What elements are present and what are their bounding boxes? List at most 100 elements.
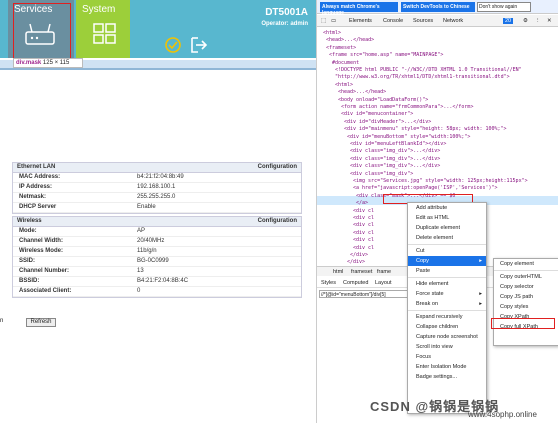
code-line[interactable]: <div id="divHeader">...</div>	[344, 119, 431, 125]
watermark-site: www.4sophp.online	[468, 410, 537, 419]
code-line[interactable]: </div>	[350, 252, 368, 258]
code-line[interactable]: <html>	[323, 30, 341, 36]
menu-item[interactable]: Scroll into view	[408, 342, 486, 352]
code-line[interactable]: <a href="javascript:openPage('ISP','Serv…	[353, 185, 498, 191]
menu-item[interactable]: Badge settings...	[408, 372, 486, 382]
ethernet-section: Ethernet LAN Configuration MAC Address: b…	[12, 162, 302, 214]
close-icon[interactable]: ✕	[547, 18, 552, 24]
more-icon[interactable]: ⋮	[535, 18, 541, 24]
code-line[interactable]: <div cl	[353, 215, 374, 221]
menu-item[interactable]: Enter Isolation Mode	[408, 362, 486, 372]
code-line[interactable]: <div class="img_div">	[350, 171, 413, 177]
xpath-field[interactable]: //*[@id="menuBottom"]/div[5]	[319, 290, 409, 298]
submenu-item[interactable]: Copy outerHTML	[494, 272, 558, 282]
code-line[interactable]: <form action name="frmCommonPara">...</f…	[341, 104, 473, 110]
crumb-html[interactable]: html	[333, 269, 343, 275]
code-line[interactable]: #document	[332, 60, 359, 66]
tab-elements[interactable]: Elements	[349, 18, 372, 24]
submenu-item[interactable]: Copy element	[494, 259, 558, 269]
devtools-tabs: ⬚ ▭ Elements Console Sources Network 20 …	[317, 15, 558, 27]
submenu-item[interactable]: Copy JS path	[494, 292, 558, 302]
check-circle-icon[interactable]	[164, 36, 182, 54]
menu-item[interactable]: Break on ▸	[408, 299, 486, 309]
menu-item[interactable]: Force state ▸	[408, 289, 486, 299]
code-line[interactable]: <div cl	[353, 245, 374, 251]
menu-item[interactable]: Focus	[408, 352, 486, 362]
code-line[interactable]: <div class="img_div">...</div>	[350, 148, 440, 154]
left-edge-text: n	[0, 318, 4, 324]
dont-show-button[interactable]: Don't show again	[477, 2, 531, 12]
tab-console[interactable]: Console	[383, 18, 403, 24]
language-banner: Always match Chrome's language Switch De…	[317, 0, 558, 16]
menu-item[interactable]: Edit as HTML	[408, 213, 486, 223]
ethernet-title: Ethernet LAN	[17, 164, 56, 170]
switch-chinese-button[interactable]: Switch DevTools to Chinese	[401, 2, 475, 12]
code-line[interactable]: <!DOCTYPE html PUBLIC "-//W3C//DTD XHTML…	[335, 67, 522, 73]
menu-item-label: Enter Isolation Mode	[416, 364, 467, 370]
menu-item-label: Cut	[416, 248, 425, 254]
code-line[interactable]: <div id="menucontainer">	[341, 111, 413, 117]
menu-item[interactable]: Duplicate element	[408, 223, 486, 233]
row-key: Netmask:	[19, 194, 47, 200]
tab-computed[interactable]: Computed	[343, 280, 368, 286]
row-value: 192.168.100.1	[137, 184, 176, 190]
code-line[interactable]: <div cl	[353, 222, 374, 228]
menu-item[interactable]: Capture node screenshot	[408, 332, 486, 342]
inspect-icon[interactable]: ⬚	[321, 18, 326, 24]
menu-item[interactable]: Copy ▸	[408, 256, 486, 266]
device-icon[interactable]: ▭	[331, 18, 336, 24]
menu-separator	[494, 270, 558, 271]
menu-item-label: Hide element	[416, 281, 449, 287]
tab-network[interactable]: Network	[443, 18, 463, 24]
menu-item[interactable]: Collapse children	[408, 322, 486, 332]
code-line[interactable]: <div cl	[353, 230, 374, 236]
grid-icon	[93, 23, 116, 44]
code-line[interactable]: <html>	[335, 82, 353, 88]
row-key: Mode:	[19, 228, 37, 234]
tab-sources[interactable]: Sources	[413, 18, 433, 24]
tab-styles[interactable]: Styles	[321, 280, 336, 286]
gear-icon[interactable]: ⚙	[523, 18, 528, 24]
submenu-item[interactable]: Copy selector	[494, 282, 558, 292]
menu-item[interactable]: Expand recursively	[408, 312, 486, 322]
refresh-button[interactable]: Refresh	[26, 318, 56, 327]
system-tile[interactable]: System	[76, 0, 130, 58]
crumb-frame[interactable]: frame	[377, 269, 391, 275]
code-line[interactable]: <body onload="LoadDataForm()">	[338, 97, 428, 103]
row-value: BG-0C0999	[137, 258, 169, 264]
code-line[interactable]: "http://www.w3.org/TR/xhtml1/DTD/xhtml1-…	[335, 74, 510, 80]
logout-icon[interactable]	[190, 36, 208, 54]
code-line[interactable]: <head>...</head>	[338, 89, 386, 95]
menu-item-label: Force state	[416, 291, 444, 297]
code-line[interactable]: <div id="mainmenu" style="height: 58px; …	[344, 126, 507, 132]
code-line[interactable]: <div class="img_div">...</div>	[350, 163, 440, 169]
menu-item[interactable]: Delete element	[408, 233, 486, 243]
wireless-config-link[interactable]: Configuration	[258, 218, 297, 224]
issues-badge[interactable]: 20	[503, 18, 514, 24]
match-language-button[interactable]: Always match Chrome's language	[320, 2, 398, 16]
code-line[interactable]: <div id="menuLeftBlankId"></div>	[350, 141, 446, 147]
tab-layout[interactable]: Layout	[375, 280, 392, 286]
code-line[interactable]: <frameset>	[326, 45, 356, 51]
row-key: Channel Number:	[19, 268, 70, 274]
menu-item[interactable]: Add attribute	[408, 203, 486, 213]
code-line[interactable]: <div cl	[353, 208, 374, 214]
row-key: Associated Client:	[19, 288, 72, 294]
crumb-frameset[interactable]: frameset	[351, 269, 372, 275]
table-row: Mode: AP	[13, 227, 301, 237]
submenu-item[interactable]: Copy styles	[494, 302, 558, 312]
menu-item[interactable]: Hide element	[408, 279, 486, 289]
code-line[interactable]: <img src="Services.jpg" style="width: 12…	[353, 178, 528, 184]
menu-item-label: Copy	[416, 258, 429, 264]
ethernet-config-link[interactable]: Configuration	[258, 164, 297, 170]
code-line[interactable]: <div cl	[353, 237, 374, 243]
menu-item[interactable]: Paste	[408, 266, 486, 276]
code-line[interactable]: <div id="menuBottom" style="width:100%;"…	[347, 134, 470, 140]
code-line[interactable]: <frame src="home.asp" name="MAINPAGE">	[329, 52, 443, 58]
code-line[interactable]: <head>...</head>	[326, 37, 374, 43]
tooltip-dimensions: 125 × 115	[42, 60, 70, 66]
menu-item[interactable]: Cut	[408, 246, 486, 256]
code-line[interactable]: <div class="img_div">...</div>	[350, 156, 440, 162]
code-line[interactable]: </a>	[356, 200, 368, 206]
code-line[interactable]: </div>	[347, 259, 365, 265]
